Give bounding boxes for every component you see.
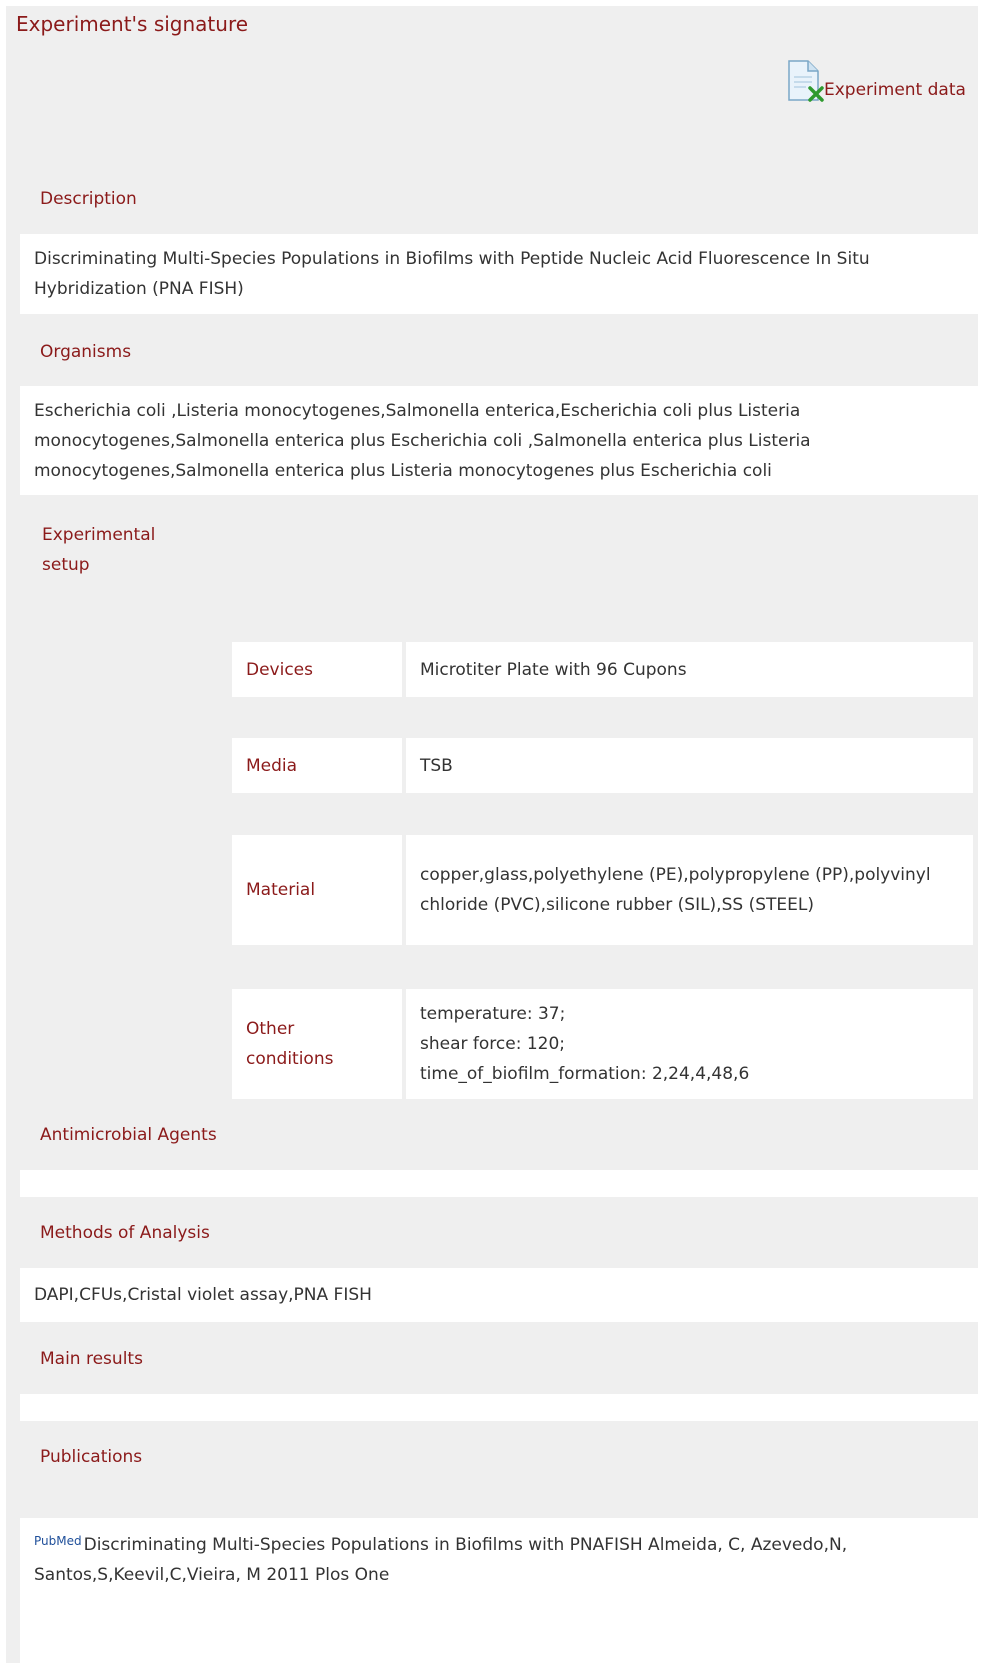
- pubmed-logo-icon[interactable]: PubMed: [34, 1526, 82, 1556]
- experimental-setup-label: Experimental setup: [42, 520, 155, 580]
- other-condition-time-of-biofilm-formation: time_of_biofilm_formation: 2,24,4,48,6: [420, 1064, 750, 1084]
- setup-value-other-conditions: temperature: 37; shear force: 120; time_…: [406, 989, 973, 1099]
- setup-key-devices: Devices: [232, 642, 402, 697]
- organisms-text: Escherichia coli ,Listeria monocytogenes…: [34, 401, 811, 481]
- setup-key-material: Material: [232, 835, 402, 945]
- experiment-data-label[interactable]: Experiment data: [824, 80, 966, 102]
- publication-authors-line1: Almeida, C, Azevedo,N,: [642, 1535, 848, 1555]
- organisms-label: Organisms: [40, 342, 132, 362]
- other-condition-temperature: temperature: 37;: [420, 1004, 566, 1024]
- main-results-box: [20, 1394, 978, 1421]
- methods-of-analysis-box: DAPI,CFUs,Cristal violet assay,PNA FISH: [20, 1268, 978, 1322]
- excel-file-icon: [786, 60, 824, 102]
- setup-value-media: TSB: [406, 738, 973, 793]
- description-box: Discriminating Multi-Species Populations…: [20, 234, 978, 314]
- setup-row-media: Media TSB: [232, 738, 973, 793]
- other-condition-shear-force: shear force: 120;: [420, 1034, 566, 1054]
- setup-value-devices: Microtiter Plate with 96 Cupons: [406, 642, 973, 697]
- antimicrobial-agents-label: Antimicrobial Agents: [40, 1125, 217, 1145]
- publication-entry: PubMed Discriminating Multi-Species Popul…: [34, 1530, 964, 1560]
- page: Experiment's signature Experiment data D…: [0, 0, 981, 1663]
- page-title: Experiment's signature: [16, 12, 249, 36]
- experiment-data-link[interactable]: Experiment data: [786, 60, 966, 102]
- methods-of-analysis-label: Methods of Analysis: [40, 1223, 210, 1243]
- organisms-box: Escherichia coli ,Listeria monocytogenes…: [20, 386, 978, 495]
- methods-of-analysis-text: DAPI,CFUs,Cristal violet assay,PNA FISH: [34, 1285, 372, 1305]
- antimicrobial-agents-box: [20, 1170, 978, 1197]
- setup-row-other-conditions: Other conditions temperature: 37; shear …: [232, 989, 973, 1099]
- experiment-signature-panel: Experiment's signature Experiment data D…: [6, 6, 978, 1663]
- publications-box: PubMed Discriminating Multi-Species Popul…: [20, 1518, 978, 1663]
- setup-value-material: copper,glass,polyethylene (PE),polypropy…: [406, 835, 973, 945]
- setup-key-other-conditions: Other conditions: [232, 989, 402, 1099]
- main-results-label: Main results: [40, 1349, 143, 1369]
- publication-title-link[interactable]: Discriminating Multi-Species Populations…: [84, 1535, 643, 1555]
- setup-key-other-line1: Other: [246, 1019, 295, 1039]
- setup-row-devices: Devices Microtiter Plate with 96 Cupons: [232, 642, 973, 697]
- setup-key-media: Media: [232, 738, 402, 793]
- description-label: Description: [40, 189, 137, 209]
- experimental-setup-label-line1: Experimental: [42, 525, 156, 545]
- publications-label: Publications: [40, 1447, 143, 1467]
- experimental-setup-label-line2: setup: [42, 555, 90, 575]
- setup-key-other-line2: conditions: [246, 1049, 334, 1069]
- publication-authors-line2: Santos,S,Keevil,C,Vieira, M 2011 Plos On…: [34, 1565, 390, 1585]
- description-text: Discriminating Multi-Species Populations…: [34, 249, 870, 299]
- setup-row-material: Material copper,glass,polyethylene (PE),…: [232, 835, 973, 945]
